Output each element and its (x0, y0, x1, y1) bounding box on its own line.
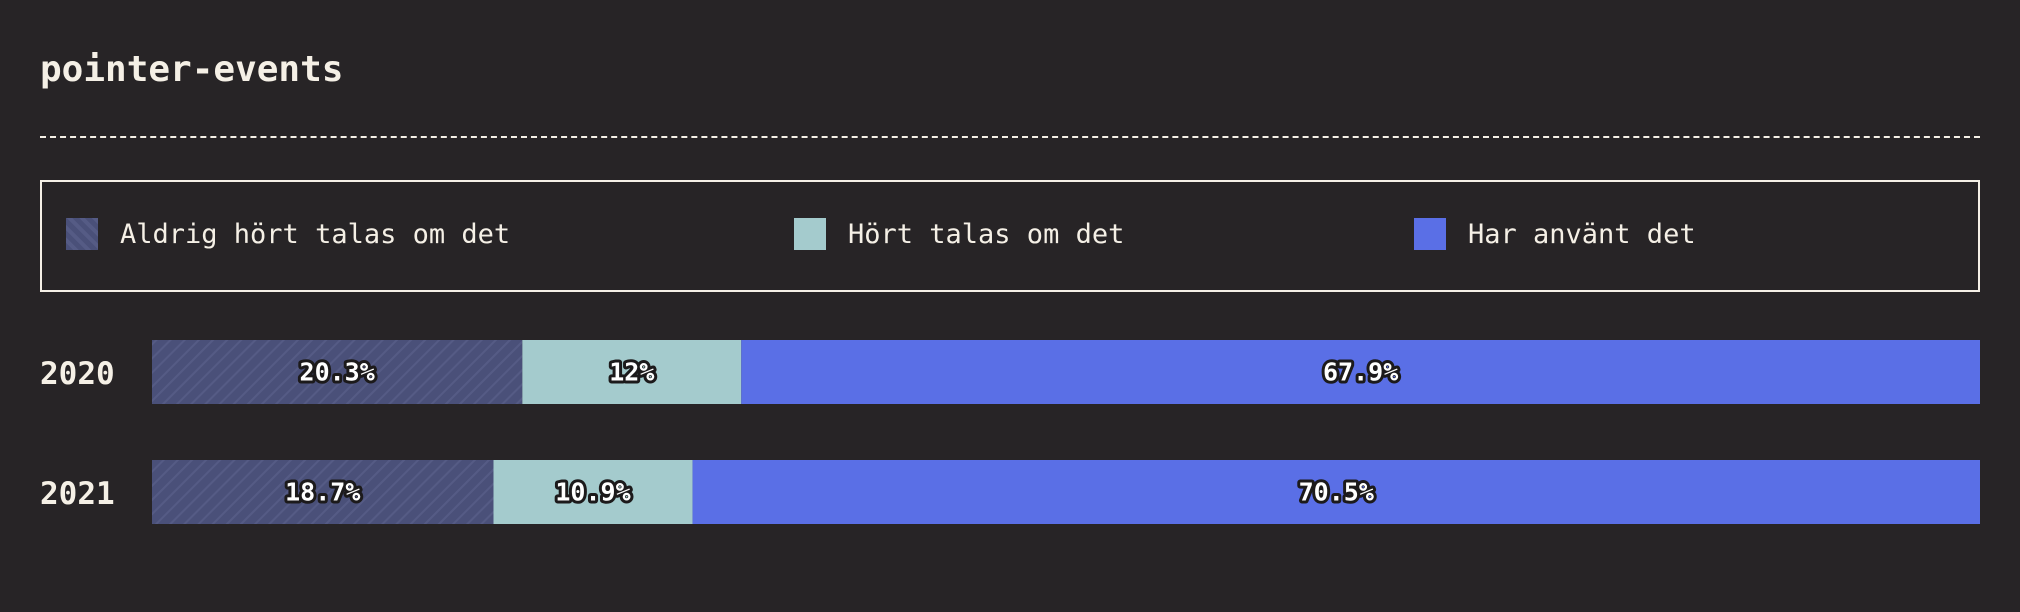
data-label-2020-heard: 12% (609, 358, 654, 387)
data-label-2021-heard: 10.9% (555, 478, 630, 507)
data-label-2021-never-heard: 18.7% (285, 478, 360, 507)
data-label-2021-used: 70.5% (1299, 478, 1374, 507)
data-label-2020-never-heard: 20.3% (300, 358, 375, 387)
stacked-bar-chart: 20.3% 12% 67.9% 18.7% 10.9% 70.5% (152, 340, 1980, 524)
data-label-2020-used: 67.9% (1323, 358, 1398, 387)
